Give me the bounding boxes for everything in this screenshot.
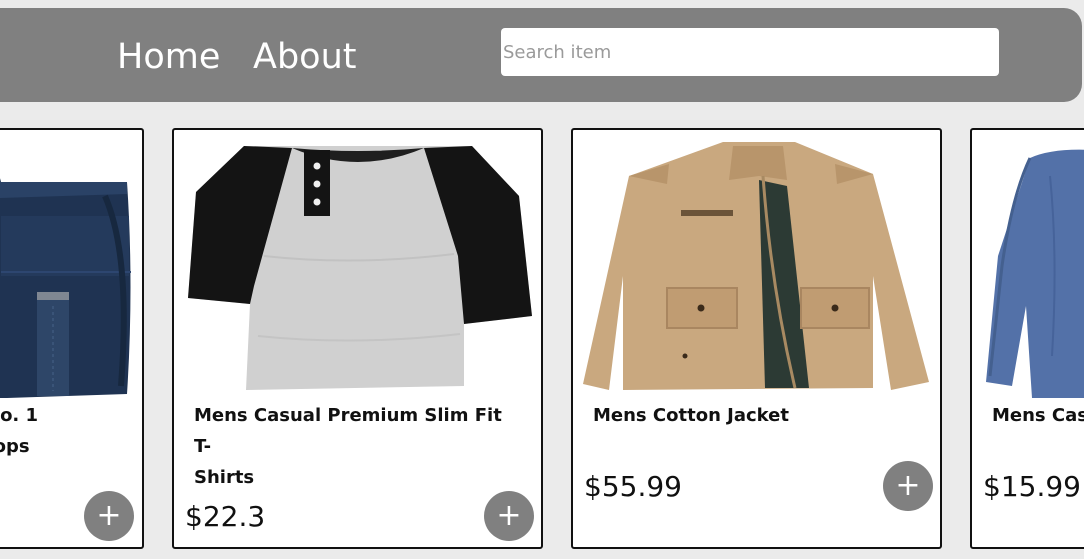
product-card-jacket[interactable]: Mens Cotton Jacket $55.99 +: [571, 128, 942, 549]
search-input[interactable]: [501, 28, 999, 76]
plus-icon: +: [895, 468, 921, 503]
product-card-tshirt[interactable]: Mens Casual Premium Slim Fit T- Shirts $…: [172, 128, 543, 549]
nav-about-link[interactable]: About: [253, 37, 356, 77]
tshirt-image: [188, 146, 532, 390]
product-price: $55.99: [584, 470, 682, 503]
product-card-backpack[interactable]: No. 1 tops +: [0, 128, 144, 549]
product-title: Mens Casual Premium Slim Fit T- Shirts: [194, 405, 502, 488]
product-price: $22.3: [185, 500, 266, 533]
product-title: Mens Casu: [992, 405, 1084, 426]
product-title: Mens Cotton Jacket: [593, 405, 789, 426]
add-to-cart-button[interactable]: +: [84, 491, 134, 541]
page: Home About No. 1 tops +: [0, 0, 1084, 559]
navbar: Home About: [0, 8, 1082, 102]
product-card-casual-shirt[interactable]: Mens Casu $15.99: [970, 128, 1084, 549]
backpack-image: [0, 178, 131, 398]
product-price: $15.99: [983, 470, 1081, 503]
nav-home-link[interactable]: Home: [117, 37, 220, 77]
add-to-cart-button[interactable]: +: [883, 461, 933, 511]
plus-icon: +: [96, 498, 122, 533]
shirt-image: [986, 149, 1084, 398]
product-title: No. 1 tops: [0, 405, 39, 457]
plus-icon: +: [496, 498, 522, 533]
add-to-cart-button[interactable]: +: [484, 491, 534, 541]
jacket-image: [583, 142, 929, 390]
